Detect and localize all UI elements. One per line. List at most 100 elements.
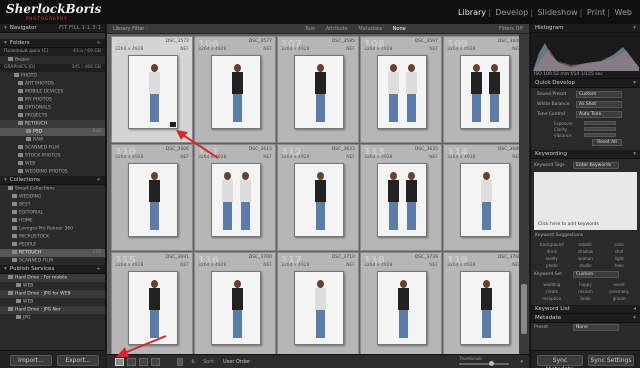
keyword-suggestion[interactable]: light [602,256,636,261]
folder-row[interactable]: MY PHOTOS [0,96,105,104]
collection-row[interactable]: Smart Collections [0,185,105,193]
keyword-set-item[interactable]: reception [535,296,569,301]
keyword-set-item[interactable]: realism [569,289,603,294]
publish-row[interactable]: Hard Drive : JPG for WEB [0,290,105,298]
photo-thumbnail[interactable] [128,55,178,129]
module-web[interactable]: Web [615,8,632,17]
photo-thumbnail[interactable] [211,271,261,345]
publish-row[interactable]: WEB [0,282,105,290]
collection-row[interactable]: WEDDING [0,193,105,201]
preset-select[interactable]: None [573,324,619,331]
grid-cell[interactable]: 105 DSC_3572 3264 x 4928 NEF [111,36,193,143]
grid-cell[interactable]: 113 DSC_3635 3264 x 4928 NEF [360,144,442,251]
zoom-modes[interactable]: FIT FILL 1:1 3:1 [59,25,101,31]
publish-row[interactable]: JPG [0,314,105,322]
filters-off-toggle[interactable]: Filters Off [499,26,523,32]
metadata-header[interactable]: Metadata ▾ [531,314,640,323]
grid-cell[interactable]: 114DSC_36883264 x 4928NEF [443,144,519,251]
grid-cell[interactable]: 106 DSC_3577 3264 x 4928 NEF [194,36,276,143]
folder-row[interactable]: Видео [0,56,105,64]
photo-thumbnail[interactable] [128,163,178,237]
sync-settings-button[interactable]: Sync Settings [588,355,634,366]
keyword-set-item[interactable]: event [602,282,636,287]
folder-row[interactable]: ART PHOTOS [0,80,105,88]
auto-tone-button[interactable]: Auto Tone [576,111,622,118]
keyword-suggestion[interactable]: studio [569,263,603,268]
photo-thumbnail[interactable] [460,163,510,237]
keyword-set-select[interactable]: Custom [573,271,619,278]
scroll-thumb[interactable] [521,284,527,334]
keyword-suggestion[interactable]: drink [535,249,569,254]
add-icon[interactable]: + [96,40,101,46]
photo-thumbnail[interactable] [377,271,427,345]
grid-cell[interactable]: 108 DSC_3597 3264 x 4928 NEF [360,36,442,143]
develop-badge-icon[interactable] [170,122,176,127]
filter-tab-metadata[interactable]: Metadata [358,26,382,32]
keyword-list-header[interactable]: Keyword List ◂ [531,305,640,314]
grid-cell[interactable]: 112 DSC_3623 3264 x 4928 NEF [277,144,359,251]
photo-thumbnail[interactable] [294,55,344,129]
compare-view-icon[interactable] [139,358,148,366]
keyword-set-item[interactable]: ceremony [602,289,636,294]
folder-row[interactable]: MOBILE DEVICES [0,88,105,96]
publish-row[interactable]: Hard Drive : For mobile [0,274,105,282]
collections-header[interactable]: ▾ Collections + [0,176,105,185]
survey-view-icon[interactable] [151,358,160,366]
sort-direction-icon[interactable]: ⇅ [191,359,195,365]
grid-cell[interactable]: 115 DSC_3691 3264 x 4928 NEF [111,252,193,354]
keyword-set-item[interactable]: wedding [535,282,569,287]
collection-row[interactable]: PEOPLE [0,241,105,249]
collection-row[interactable]: MICROSTOCK [0,233,105,241]
keyword-suggestion[interactable]: woman [569,256,603,261]
module-library[interactable]: Library [458,8,486,17]
thumbnail-size-slider[interactable] [459,361,509,366]
navigator-header[interactable]: ▾ Navigator FIT FILL 1:1 3:1 [0,24,105,33]
grid-view-icon[interactable] [115,358,124,366]
photo-thumbnail[interactable] [128,271,178,345]
grid-cell[interactable]: 116 DSC_3700 3264 x 4928 NEF [194,252,276,354]
module-print[interactable]: Print [587,8,605,17]
grid-cell[interactable]: 109DSC_36003264 x 4928NEF [443,36,519,143]
white-balance-select[interactable]: As Shot [576,101,622,108]
grid-scrollbar[interactable] [519,34,529,354]
volume-d[interactable]: GRAPHICS (D) 345 / 468 GB [0,64,105,72]
clarity-buttons[interactable] [584,127,616,131]
collection-row[interactable]: SCANNED FILM [0,257,105,265]
collection-row[interactable]: Lovegro Pro Runner 360 [0,225,105,233]
publish-row[interactable]: Hard Drive : JPG Nor [0,306,105,314]
toolbar-menu-icon[interactable]: ▾ [520,359,523,365]
keyword-suggestion[interactable]: shadow [569,249,603,254]
volume-c[interactable]: Полезный диск (C) 43.a / 69 GB [0,48,105,56]
keyword-tags-select[interactable]: Enter Keywords [573,162,619,169]
export-button[interactable]: Export... [57,355,99,366]
collection-row[interactable]: EDITORIAL [0,209,105,217]
photo-thumbnail[interactable] [377,55,427,129]
keyword-suggestion[interactable]: teen [602,263,636,268]
folder-row[interactable]: PSD 330 [0,128,105,136]
photo-thumbnail[interactable] [294,163,344,237]
exposure-buttons[interactable] [584,121,616,125]
vibrance-buttons[interactable] [584,133,616,137]
folder-row[interactable]: WEB [0,160,105,168]
folder-row[interactable]: STOCK PHOTOS [0,152,105,160]
folders-header[interactable]: ▾ Folders + [0,39,105,48]
import-button[interactable]: Import... [10,355,52,366]
filter-tab-none[interactable]: None [393,26,406,32]
keyword-suggestion[interactable]: robotic [569,242,603,247]
histogram-header[interactable]: Histogram ▾ [531,24,640,33]
saved-preset-select[interactable]: Custom [576,91,622,98]
reset-all-button[interactable]: Reset All [592,139,622,146]
photo-thumbnail[interactable] [211,55,261,129]
keyword-suggestion[interactable]: photo [535,263,569,268]
keyword-suggestion[interactable]: shot [602,249,636,254]
folder-row[interactable]: RAW [0,136,105,144]
keyword-suggestion[interactable]: background [535,242,569,247]
slider-knob[interactable] [489,361,494,366]
grid-cell[interactable]: 119DSC_37603264 x 4928NEF [443,252,519,354]
add-icon[interactable]: + [96,177,101,183]
grid-cell[interactable]: 107 DSC_3585 3264 x 4928 NEF [277,36,359,143]
collection-row[interactable]: RETOUCH 125 [0,249,105,257]
grid-cell[interactable]: 117 DSC_3710 3264 x 4928 NEF [277,252,359,354]
keyword-suggestion[interactable]: color [602,242,636,247]
keyword-set-item[interactable]: happy [569,282,603,287]
